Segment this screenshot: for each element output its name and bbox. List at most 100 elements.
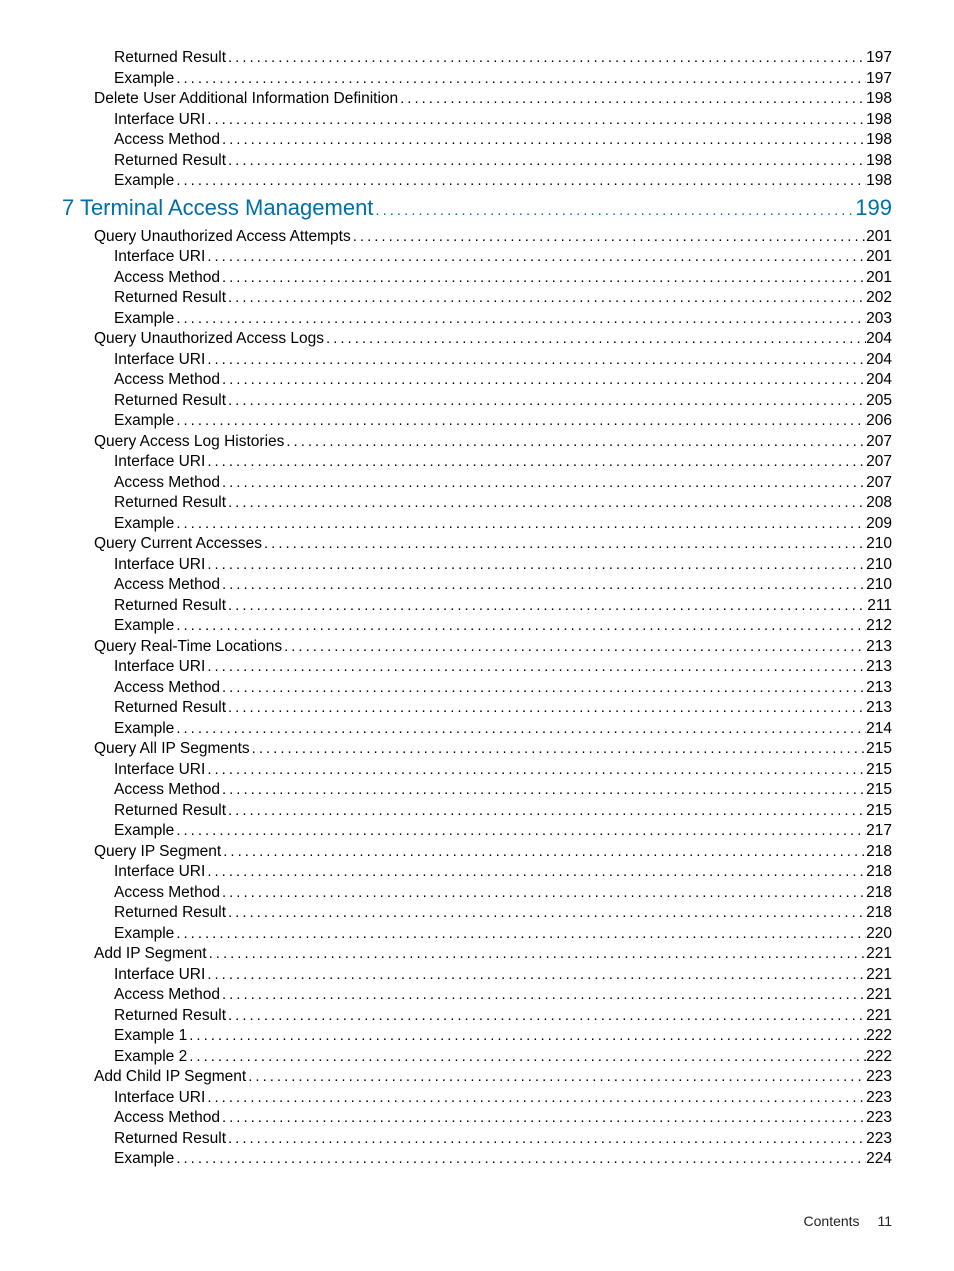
toc-row[interactable]: Access Method198 — [62, 130, 892, 151]
toc-label: Example — [114, 69, 174, 90]
toc-row[interactable]: Interface URI207 — [62, 452, 892, 473]
toc-row[interactable]: Access Method210 — [62, 575, 892, 596]
toc-row[interactable]: Interface URI221 — [62, 965, 892, 986]
toc-label: Returned Result — [114, 596, 226, 617]
toc-label: Interface URI — [114, 555, 205, 576]
toc-row[interactable]: Example214 — [62, 719, 892, 740]
toc-leader — [220, 370, 866, 391]
toc-label: Example — [114, 411, 174, 432]
toc-page: 215 — [866, 801, 892, 822]
toc-row[interactable]: Returned Result218 — [62, 903, 892, 924]
toc-row[interactable]: Interface URI198 — [62, 110, 892, 131]
toc-page: 208 — [866, 493, 892, 514]
toc-leader — [220, 268, 866, 289]
toc-label: Example — [114, 514, 174, 535]
toc-label: Access Method — [114, 678, 220, 699]
toc-leader — [282, 637, 866, 658]
toc-row[interactable]: Interface URI210 — [62, 555, 892, 576]
toc-row[interactable]: Access Method207 — [62, 473, 892, 494]
toc-row[interactable]: Returned Result202 — [62, 288, 892, 309]
toc-label: Example 2 — [114, 1047, 187, 1068]
toc-row[interactable]: Example224 — [62, 1149, 892, 1170]
toc-label: Example — [114, 821, 174, 842]
toc-row[interactable]: Example 2222 — [62, 1047, 892, 1068]
toc-leader — [174, 69, 866, 90]
toc-page: 209 — [866, 514, 892, 535]
toc-label: Query IP Segment — [94, 842, 221, 863]
toc-label: Interface URI — [114, 1088, 205, 1109]
toc-row[interactable]: Interface URI215 — [62, 760, 892, 781]
toc-row[interactable]: Access Method218 — [62, 883, 892, 904]
toc-label: Returned Result — [114, 1129, 226, 1150]
toc-row[interactable]: Returned Result 223 — [62, 1129, 892, 1150]
toc-page: 198 — [866, 130, 892, 151]
toc-row[interactable]: Example206 — [62, 411, 892, 432]
toc-row[interactable]: Query Current Accesses210 — [62, 534, 892, 555]
toc-row[interactable]: Access Method 213 — [62, 678, 892, 699]
toc-leader — [226, 1006, 866, 1027]
toc-page: 197 — [866, 69, 892, 90]
toc-label: 7 Terminal Access Management — [62, 192, 373, 224]
footer-label: Contents — [804, 1213, 860, 1229]
toc-label: Interface URI — [114, 452, 205, 473]
toc-row[interactable]: Example220 — [62, 924, 892, 945]
toc-leader — [174, 719, 866, 740]
toc-leader — [220, 473, 866, 494]
toc-label: Example — [114, 171, 174, 192]
toc-row[interactable]: Access Method221 — [62, 985, 892, 1006]
toc-row[interactable]: Example198 — [62, 171, 892, 192]
toc-row[interactable]: Returned Result221 — [62, 1006, 892, 1027]
toc-row[interactable]: Returned Result213 — [62, 698, 892, 719]
toc-row[interactable]: Access Method204 — [62, 370, 892, 391]
toc-row[interactable]: Interface URI218 — [62, 862, 892, 883]
toc-row[interactable]: Query Unauthorized Access Attempts201 — [62, 227, 892, 248]
toc-leader — [174, 616, 866, 637]
toc-leader — [220, 1108, 866, 1129]
toc-row[interactable]: Query Unauthorized Access Logs204 — [62, 329, 892, 350]
toc-row[interactable]: Access Method215 — [62, 780, 892, 801]
toc-row[interactable]: Interface URI201 — [62, 247, 892, 268]
toc-label: Example — [114, 1149, 174, 1170]
toc-row[interactable]: Delete User Additional Information Defin… — [62, 89, 892, 110]
toc-row[interactable]: Returned Result197 — [62, 48, 892, 69]
toc-row[interactable]: Query Real-Time Locations213 — [62, 637, 892, 658]
toc-leader — [226, 493, 866, 514]
toc-row[interactable]: Returned Result198 — [62, 151, 892, 172]
toc-row[interactable]: Add Child IP Segment223 — [62, 1067, 892, 1088]
toc-row[interactable]: Interface URI213 — [62, 657, 892, 678]
toc-row[interactable]: Query Access Log Histories207 — [62, 432, 892, 453]
toc-row[interactable]: Access Method201 — [62, 268, 892, 289]
toc-row[interactable]: Example 209 — [62, 514, 892, 535]
toc-page: 197 — [866, 48, 892, 69]
toc-row[interactable]: Returned Result205 — [62, 391, 892, 412]
toc-row[interactable]: 7 Terminal Access Management199 — [62, 192, 892, 227]
toc-row[interactable]: Returned Result211 — [62, 596, 892, 617]
toc-label: Access Method — [114, 780, 220, 801]
toc-row[interactable]: Example203 — [62, 309, 892, 330]
toc-page: 210 — [866, 575, 892, 596]
toc-page: 198 — [866, 89, 892, 110]
toc-leader — [174, 1149, 866, 1170]
toc-row[interactable]: Query All IP Segments215 — [62, 739, 892, 760]
toc-page: 223 — [866, 1129, 892, 1150]
toc-leader — [205, 110, 866, 131]
toc-row[interactable]: Example217 — [62, 821, 892, 842]
toc-page: 222 — [866, 1026, 892, 1047]
toc-row[interactable]: Interface URI223 — [62, 1088, 892, 1109]
toc-page: 213 — [866, 678, 892, 699]
toc-row[interactable]: Example212 — [62, 616, 892, 637]
toc-row[interactable]: Example 1222 — [62, 1026, 892, 1047]
toc-row[interactable]: Add IP Segment221 — [62, 944, 892, 965]
toc-row[interactable]: Returned Result208 — [62, 493, 892, 514]
toc-label: Interface URI — [114, 862, 205, 883]
toc-row[interactable]: Returned Result215 — [62, 801, 892, 822]
toc-row[interactable]: Access Method223 — [62, 1108, 892, 1129]
toc-label: Access Method — [114, 370, 220, 391]
toc-leader — [284, 432, 866, 453]
toc-row[interactable]: Example 197 — [62, 69, 892, 90]
toc-page: 202 — [866, 288, 892, 309]
toc-page: 215 — [866, 760, 892, 781]
toc-leader — [205, 760, 866, 781]
toc-row[interactable]: Query IP Segment218 — [62, 842, 892, 863]
toc-row[interactable]: Interface URI204 — [62, 350, 892, 371]
